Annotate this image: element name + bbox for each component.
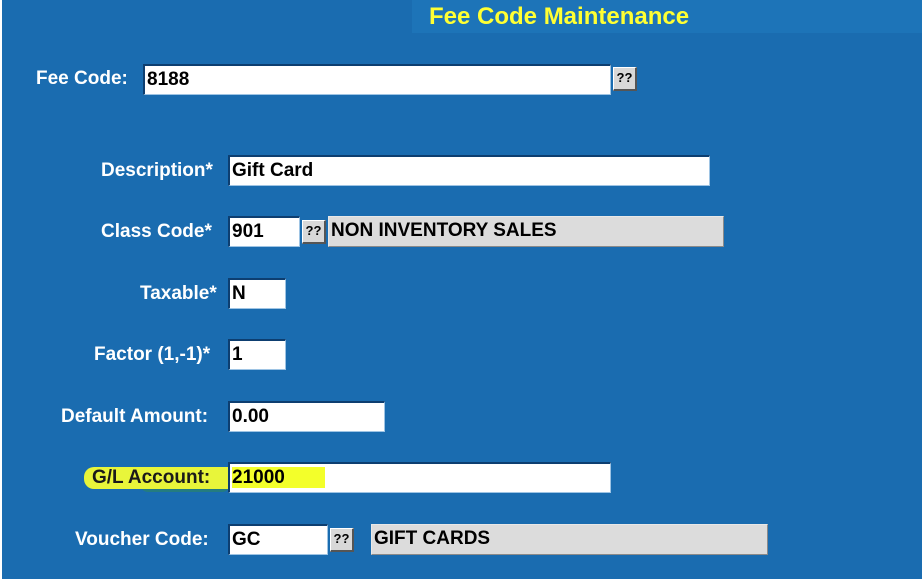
default-amount-label: Default Amount: <box>61 406 209 427</box>
fee-code-label: Fee Code: <box>36 68 128 89</box>
page-title: Fee Code Maintenance <box>429 3 690 30</box>
gl-account-input[interactable]: 21000 <box>228 462 611 493</box>
taxable-input[interactable]: N <box>228 278 286 309</box>
default-amount-input[interactable]: 0.00 <box>228 401 385 432</box>
voucher-code-lookup-button[interactable]: ?? <box>330 528 354 552</box>
description-label: Description* <box>101 160 213 181</box>
class-code-input[interactable]: 901 <box>228 216 300 247</box>
class-code-description: NON INVENTORY SALES <box>328 216 724 247</box>
class-code-lookup-button[interactable]: ?? <box>302 220 326 244</box>
gl-account-label: G/L Account: <box>92 467 211 488</box>
factor-label: Factor (1,-1)* <box>94 344 211 365</box>
taxable-label: Taxable* <box>140 283 217 304</box>
fee-code-input[interactable]: 8188 <box>143 64 611 95</box>
voucher-code-input[interactable]: GC <box>228 524 328 555</box>
class-code-label: Class Code* <box>101 221 212 242</box>
fee-code-maintenance-screen: Fee Code Maintenance Fee Code: 8188 ?? D… <box>0 0 922 579</box>
voucher-code-description: GIFT CARDS <box>371 524 768 555</box>
fee-code-lookup-button[interactable]: ?? <box>613 67 637 91</box>
factor-input[interactable]: 1 <box>228 339 286 370</box>
description-input[interactable]: Gift Card <box>228 155 710 186</box>
gl-account-value: 21000 <box>232 467 325 488</box>
voucher-code-label: Voucher Code: <box>75 529 209 550</box>
